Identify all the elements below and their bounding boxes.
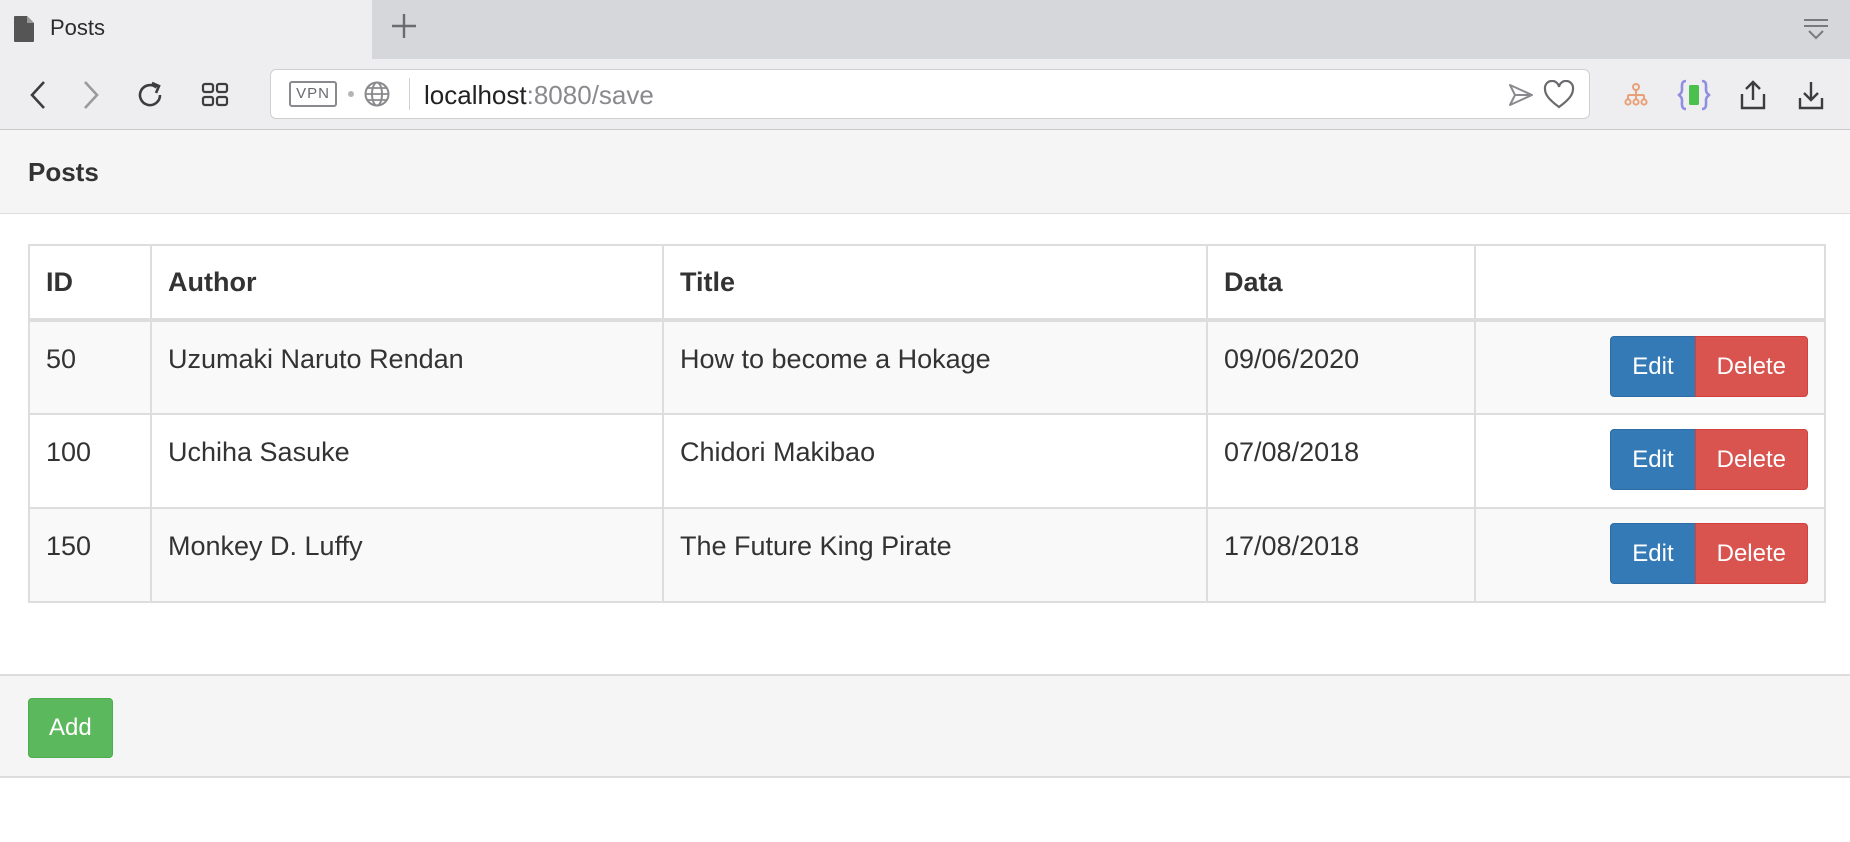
- braces-icon: [1677, 79, 1711, 111]
- share-icon: [1740, 80, 1766, 110]
- chevron-right-icon: [84, 81, 99, 109]
- edit-button[interactable]: Edit: [1610, 523, 1696, 584]
- tab-menu-icon[interactable]: [1802, 16, 1830, 42]
- add-button[interactable]: Add: [28, 698, 113, 758]
- separator-dot: [348, 91, 354, 97]
- speed-dial-button[interactable]: [196, 76, 234, 114]
- tab-title: Posts: [50, 15, 106, 40]
- url-path: :8080/save: [526, 80, 654, 110]
- grid-icon: [201, 82, 229, 107]
- url-text[interactable]: localhost:8080/save: [424, 80, 654, 111]
- delete-button[interactable]: Delete: [1694, 336, 1808, 397]
- column-header-author: Author: [150, 244, 664, 322]
- downloads-button[interactable]: [1792, 76, 1830, 114]
- column-header-actions: [1474, 244, 1826, 322]
- panel-heading: Posts: [0, 130, 1850, 214]
- table-row: 50 Uzumaki Naruto Rendan How to become a…: [28, 319, 1826, 415]
- cell-actions: Edit Delete: [1474, 319, 1826, 415]
- cell-author: Uzumaki Naruto Rendan: [150, 319, 664, 415]
- globe-icon[interactable]: [363, 80, 391, 108]
- column-header-title: Title: [662, 244, 1208, 322]
- table-row: 100 Uchiha Sasuke Chidori Makibao 07/08/…: [28, 413, 1826, 509]
- panel-footer: Add: [0, 674, 1850, 778]
- delete-button[interactable]: Delete: [1694, 429, 1808, 490]
- cell-title: Chidori Makibao: [662, 413, 1208, 509]
- cell-title: How to become a Hokage: [662, 319, 1208, 415]
- column-header-data: Data: [1206, 244, 1476, 322]
- reload-button[interactable]: [131, 76, 169, 114]
- vpn-badge[interactable]: VPN: [289, 81, 337, 107]
- share-button[interactable]: [1734, 76, 1772, 114]
- url-host: localhost: [424, 80, 527, 110]
- column-header-id: ID: [28, 244, 152, 322]
- cell-author: Uchiha Sasuke: [150, 413, 664, 509]
- edit-button[interactable]: Edit: [1610, 336, 1696, 397]
- chevron-left-icon: [30, 81, 45, 109]
- extension-sitemap-button[interactable]: [1617, 76, 1655, 114]
- reload-icon: [138, 81, 162, 107]
- tab-bar: Posts: [0, 0, 1850, 59]
- download-icon: [1798, 82, 1824, 110]
- cell-date: 09/06/2020: [1206, 319, 1476, 415]
- address-bar[interactable]: VPN localhost:8080/save: [270, 69, 1590, 119]
- heart-icon[interactable]: [1543, 80, 1575, 110]
- document-icon: [14, 16, 34, 42]
- cell-date: 17/08/2018: [1206, 507, 1476, 603]
- cell-author: Monkey D. Luffy: [150, 507, 664, 603]
- table-header-row: ID Author Title Data: [28, 244, 1826, 322]
- cell-actions: Edit Delete: [1474, 413, 1826, 509]
- extension-braces-button[interactable]: [1675, 76, 1713, 114]
- url-separator: [409, 78, 410, 110]
- send-icon[interactable]: [1507, 81, 1535, 109]
- edit-button[interactable]: Edit: [1610, 429, 1696, 490]
- cell-id: 100: [28, 413, 152, 509]
- browser-toolbar: VPN localhost:8080/save: [0, 59, 1850, 130]
- cell-date: 07/08/2018: [1206, 413, 1476, 509]
- sitemap-icon: [1624, 83, 1648, 106]
- table-row: 150 Monkey D. Luffy The Future King Pira…: [28, 507, 1826, 603]
- cell-id: 150: [28, 507, 152, 603]
- delete-button[interactable]: Delete: [1694, 523, 1808, 584]
- cell-title: The Future King Pirate: [662, 507, 1208, 603]
- cell-actions: Edit Delete: [1474, 507, 1826, 603]
- browser-tab[interactable]: Posts: [0, 0, 372, 59]
- plus-icon[interactable]: [389, 11, 419, 41]
- back-button[interactable]: [20, 76, 58, 114]
- forward-button[interactable]: [71, 76, 109, 114]
- posts-table: ID Author Title Data 50 Uzumaki Naruto R…: [28, 244, 1826, 603]
- panel-title: Posts: [28, 157, 99, 187]
- cell-id: 50: [28, 319, 152, 415]
